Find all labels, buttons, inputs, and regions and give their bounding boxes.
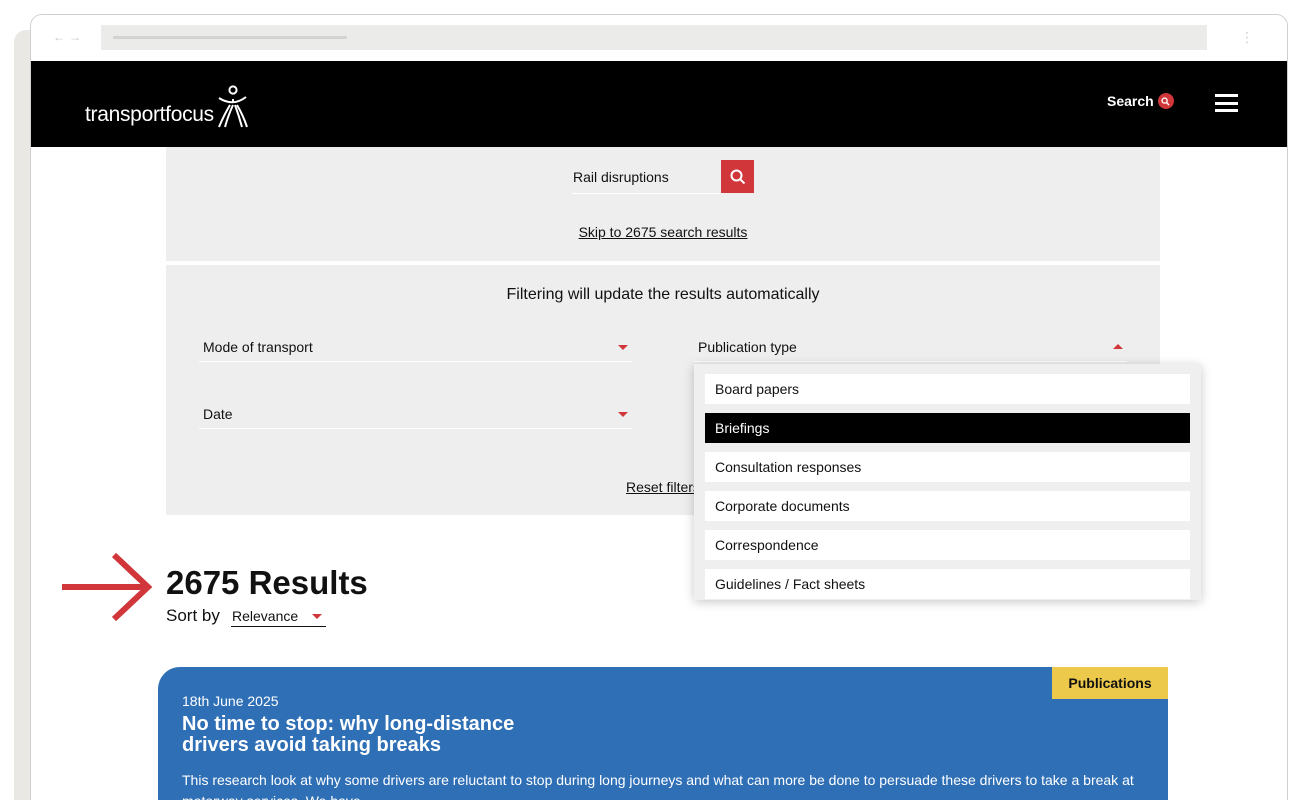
mode-of-transport-label: Mode of transport [203, 339, 313, 355]
browser-toolbar: ← → ⋮ [31, 15, 1287, 61]
logo-text: transportfocus [85, 103, 214, 126]
caret-up-icon [1113, 344, 1123, 349]
arrow-right-icon[interactable]: → [69, 29, 81, 45]
search-panel: Rail disruptions Skip to 2675 search res… [166, 147, 1160, 261]
category-badge: Publications [1052, 667, 1168, 699]
address-bar[interactable] [101, 25, 1207, 50]
search-submit-button[interactable] [721, 160, 754, 193]
dropdown-option[interactable]: Correspondence [705, 530, 1190, 560]
caret-down-icon [618, 345, 628, 350]
caret-down-icon [312, 614, 322, 619]
reset-filters-link[interactable]: Reset filters [626, 479, 700, 495]
red-arrow-icon [62, 552, 153, 622]
skip-link-text[interactable]: Skip to 2675 search results [579, 224, 748, 240]
site-logo[interactable]: transportfocus [85, 79, 248, 129]
sort-label: Sort by [166, 606, 220, 625]
publication-type-select[interactable]: Publication type [694, 332, 1127, 362]
dropdown-option[interactable]: Corporate documents [705, 491, 1190, 521]
dropdown-option[interactable]: Board papers [705, 374, 1190, 404]
site-header: transportfocus Search [31, 61, 1287, 147]
date-select[interactable]: Date [199, 399, 632, 429]
card-date: 18th June 2025 [182, 693, 279, 709]
dropdown-option-highlighted[interactable]: Briefings [705, 413, 1190, 443]
dropdown-option[interactable]: Guidelines / Fact sheets [705, 569, 1190, 599]
caret-down-icon [618, 412, 628, 417]
skip-to-results-link[interactable]: Skip to 2675 search results [166, 224, 1160, 240]
search-input[interactable]: Rail disruptions [572, 161, 722, 194]
card-description: This research look at why some drivers a… [182, 772, 1134, 800]
header-search-label: Search [1107, 93, 1154, 109]
results-count: 2675 Results [166, 564, 368, 601]
publication-type-dropdown: Board papers Briefings Consultation resp… [694, 364, 1201, 600]
page: ← → ⋮ transportfocus Search Rail disrupt… [0, 0, 1300, 800]
sort-value: Relevance [232, 608, 299, 624]
card-title[interactable]: No time to stop: why long-distance drive… [182, 714, 542, 756]
search-icon [730, 169, 745, 184]
kebab-menu-icon[interactable]: ⋮ [1240, 29, 1254, 45]
header-search-button[interactable]: Search [1107, 93, 1174, 109]
date-label: Date [203, 406, 233, 422]
logo-figure-icon [217, 85, 248, 128]
mode-of-transport-select[interactable]: Mode of transport [199, 332, 632, 362]
result-card[interactable]: Publications 18th June 2025 No time to s… [158, 667, 1168, 800]
search-icon [1157, 93, 1174, 109]
publication-type-label: Publication type [698, 339, 797, 355]
address-placeholder-line [113, 36, 347, 39]
hamburger-menu-icon[interactable] [1215, 94, 1238, 112]
filter-note: Filtering will update the results automa… [506, 286, 820, 303]
arrow-left-icon[interactable]: ← [53, 29, 65, 45]
dropdown-option[interactable]: Consultation responses [705, 452, 1190, 482]
browser-window: ← → ⋮ transportfocus Search Rail disrupt… [30, 14, 1288, 800]
sort-select[interactable]: Relevance [231, 606, 326, 627]
